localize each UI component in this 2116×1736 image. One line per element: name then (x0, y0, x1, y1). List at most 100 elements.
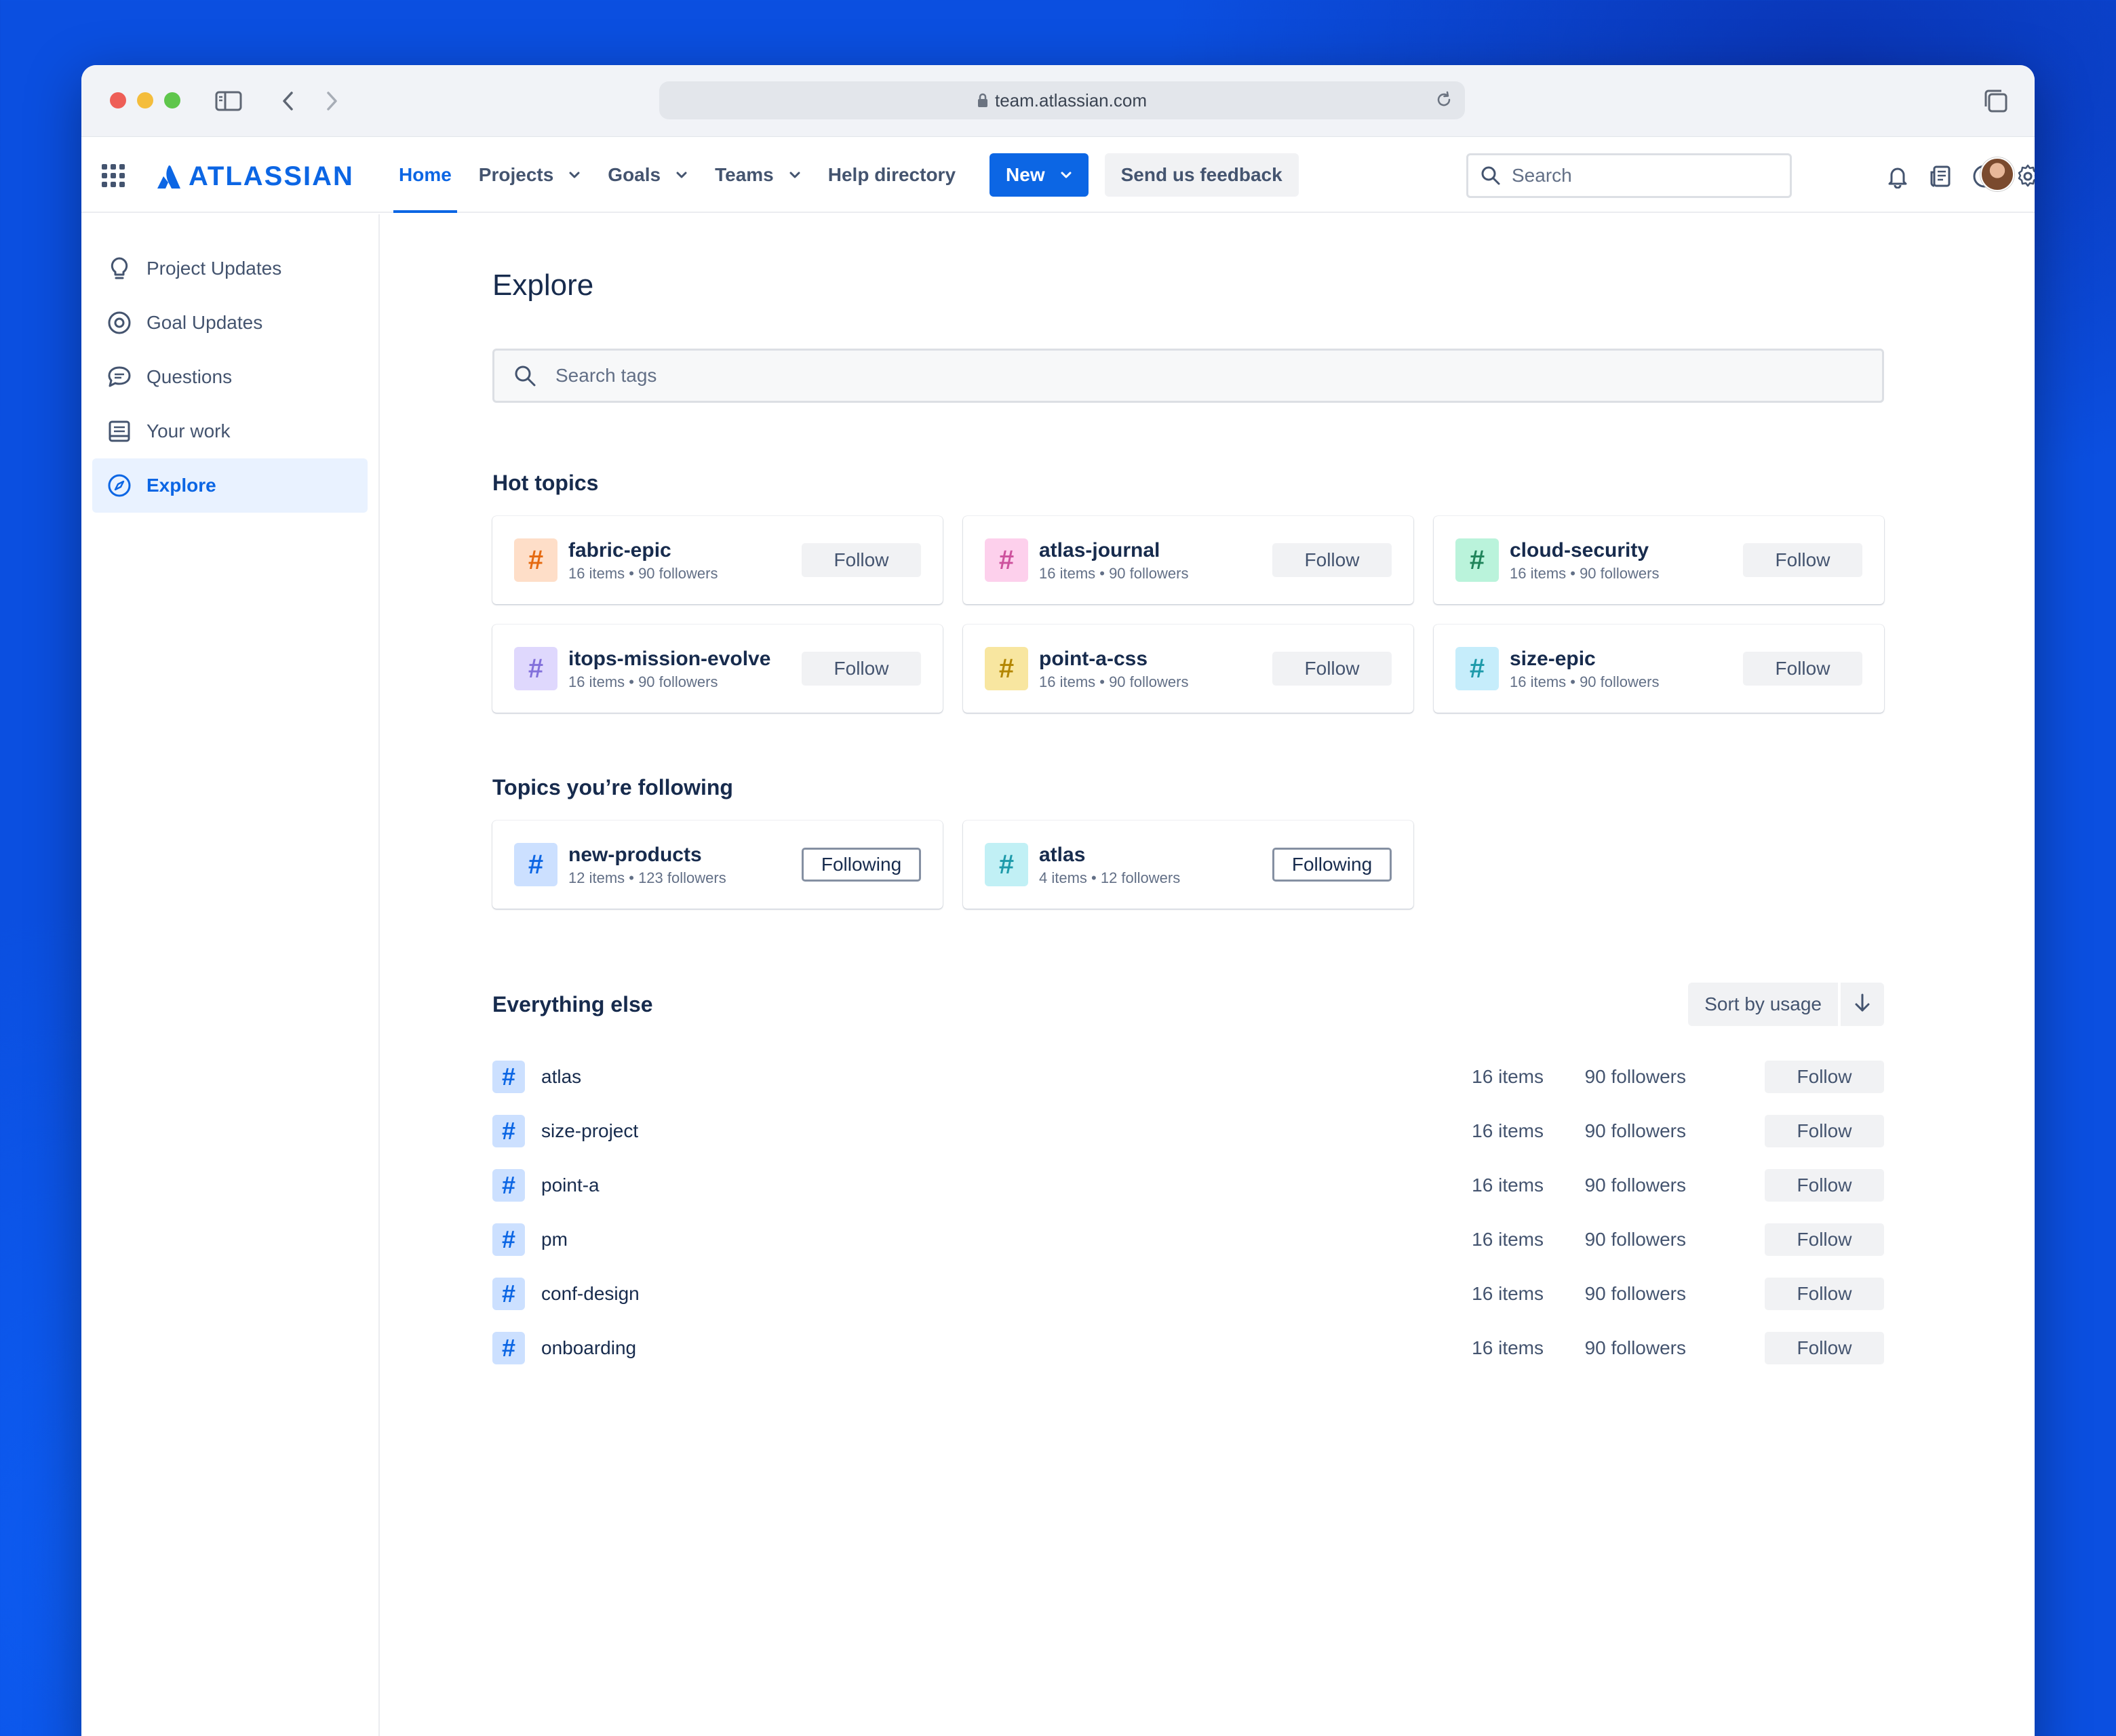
topic-card-text: new-products 12 items • 123 followers (568, 842, 726, 887)
topic-card[interactable]: # atlas 4 items • 12 followers Following (963, 821, 1413, 909)
sort-by-usage-button[interactable]: Sort by usage (1688, 983, 1838, 1026)
following-button[interactable]: Following (1272, 848, 1392, 882)
topic-card[interactable]: # size-epic 16 items • 90 followers Follow (1434, 625, 1884, 713)
follow-button[interactable]: Follow (1743, 543, 1862, 577)
reload-icon[interactable] (1435, 91, 1453, 113)
nav-home[interactable]: Home (393, 137, 457, 213)
url-text: team.atlassian.com (995, 90, 1147, 111)
sidebar-item-goal-updates[interactable]: Goal Updates (92, 296, 368, 350)
follow-button[interactable]: Follow (1765, 1278, 1884, 1310)
tag-item-count: 16 items (1472, 1283, 1544, 1304)
logo-text: ATLASSIAN (189, 161, 354, 191)
page-title: Explore (492, 269, 594, 302)
topic-card-text: atlas 4 items • 12 followers (1039, 842, 1180, 887)
hot-topics-grid: # fabric-epic 16 items • 90 followers Follo… (492, 516, 1884, 713)
button-label: Follow (1797, 1283, 1852, 1304)
sidebar-item-your-work[interactable]: Your work (92, 404, 368, 458)
follow-button[interactable]: Follow (1765, 1223, 1884, 1256)
nav-projects-label: Projects (478, 164, 554, 185)
sidebar-item-label: Project Updates (146, 258, 282, 279)
topic-name: new-products (568, 844, 702, 866)
follow-button[interactable]: Follow (802, 652, 921, 686)
tabs-overview-icon[interactable] (1980, 85, 2012, 117)
button-label: Follow (1797, 1337, 1852, 1358)
topic-name: fabric-epic (568, 539, 671, 561)
send-feedback-button[interactable]: Send us feedback (1104, 153, 1299, 197)
sidebar-item-label: Your work (146, 420, 231, 441)
everything-else-list: # atlas 16 items 90 followers Follow # size-pr… (492, 1050, 1884, 1375)
new-button[interactable]: New (990, 153, 1089, 197)
app-header: ATLASSIAN Home Projects Goals Teams Help… (81, 137, 2035, 213)
search-icon (513, 364, 536, 387)
tag-follower-count: 90 followers (1584, 1283, 1686, 1304)
sidebar-item-explore[interactable]: Explore (92, 458, 368, 513)
topic-name: size-epic (1510, 648, 1596, 670)
follow-button[interactable]: Follow (1272, 652, 1392, 686)
tag-row[interactable]: # onboarding 16 items 90 followers Follow (492, 1321, 1884, 1375)
topic-card[interactable]: # atlas-journal 16 items • 90 followers Fol… (963, 516, 1413, 604)
follow-button[interactable]: Follow (1765, 1169, 1884, 1202)
topic-card[interactable]: # cloud-security 16 items • 90 followers Fo… (1434, 516, 1884, 604)
address-bar[interactable]: team.atlassian.com (659, 81, 1465, 119)
nav-teams-label: Teams (715, 164, 774, 185)
sidebar-toggle-icon[interactable] (213, 85, 244, 117)
sidebar-item-label: Questions (146, 366, 233, 387)
sidebar-item-questions[interactable]: Questions (92, 350, 368, 404)
topic-meta: 4 items • 12 followers (1039, 869, 1181, 886)
tag-row[interactable]: # conf-design 16 items 90 followers Follow (492, 1267, 1884, 1321)
follow-button[interactable]: Follow (1765, 1061, 1884, 1093)
sidebar-item-project-updates[interactable]: Project Updates (92, 241, 368, 296)
following-button[interactable]: Following (802, 848, 921, 882)
zoom-window-button[interactable] (164, 92, 180, 108)
follow-button[interactable]: Follow (1743, 652, 1862, 686)
chevron-down-icon (568, 171, 581, 179)
tag-name: conf-design (541, 1283, 640, 1304)
tag-follower-count: 90 followers (1584, 1066, 1686, 1087)
tag-row[interactable]: # atlas 16 items 90 followers Follow (492, 1050, 1884, 1104)
topic-card[interactable]: # itops-mission-evolve 16 items • 90 follo… (492, 625, 943, 713)
notifications-bell-icon[interactable] (1883, 161, 1913, 191)
atlassian-logo[interactable]: ATLASSIAN (156, 161, 354, 192)
hashtag-icon: # (492, 1061, 525, 1093)
whats-new-icon[interactable] (1926, 161, 1956, 191)
nav-goals[interactable]: Goals (602, 137, 693, 213)
topic-card[interactable]: # fabric-epic 16 items • 90 followers Follo… (492, 516, 943, 604)
nav-help-directory-label: Help directory (827, 164, 956, 185)
topic-card-text: cloud-security 16 items • 90 followers (1510, 538, 1659, 583)
follow-button[interactable]: Follow (1765, 1332, 1884, 1364)
global-search-input[interactable]: Search (1466, 153, 1792, 198)
nav-help-directory[interactable]: Help directory (823, 137, 961, 213)
nav-goals-label: Goals (608, 164, 661, 185)
tag-row[interactable]: # pm 16 items 90 followers Follow (492, 1212, 1884, 1267)
topic-card[interactable]: # point-a-css 16 items • 90 followers Follo… (963, 625, 1413, 713)
tag-search-input[interactable]: Search tags (492, 349, 1884, 403)
user-avatar[interactable] (1980, 157, 2014, 191)
settings-gear-icon[interactable] (2013, 161, 2035, 191)
tag-item-count: 16 items (1472, 1175, 1544, 1196)
nav-projects[interactable]: Projects (473, 137, 587, 213)
forward-arrow-icon[interactable] (316, 85, 347, 117)
tag-row[interactable]: # point-a 16 items 90 followers Follow (492, 1158, 1884, 1212)
app-switcher-icon[interactable] (102, 164, 125, 191)
following-topics-title: Topics you’re following (492, 775, 733, 800)
window-controls (110, 92, 180, 108)
follow-button[interactable]: Follow (802, 543, 921, 577)
nav-teams[interactable]: Teams (709, 137, 806, 213)
atlassian-logo-icon (157, 165, 180, 189)
back-arrow-icon[interactable] (273, 85, 304, 117)
tag-search-placeholder: Search tags (555, 365, 657, 386)
chevron-down-icon (1060, 171, 1072, 179)
topic-card[interactable]: # new-products 12 items • 123 followers Fol… (492, 821, 943, 909)
close-window-button[interactable] (110, 92, 126, 108)
minimize-window-button[interactable] (137, 92, 153, 108)
hashtag-icon: # (492, 1169, 525, 1202)
tag-name: point-a (541, 1175, 600, 1196)
follow-button[interactable]: Follow (1765, 1115, 1884, 1147)
hashtag-icon: # (514, 647, 557, 690)
follow-button[interactable]: Follow (1272, 543, 1392, 577)
sort-direction-button[interactable] (1841, 983, 1884, 1026)
topic-card-text: itops-mission-evolve 16 items • 90 follow… (568, 646, 770, 691)
document-icon (106, 418, 133, 445)
tag-row[interactable]: # size-project 16 items 90 followers Follow (492, 1104, 1884, 1158)
tag-item-count: 16 items (1472, 1066, 1544, 1087)
